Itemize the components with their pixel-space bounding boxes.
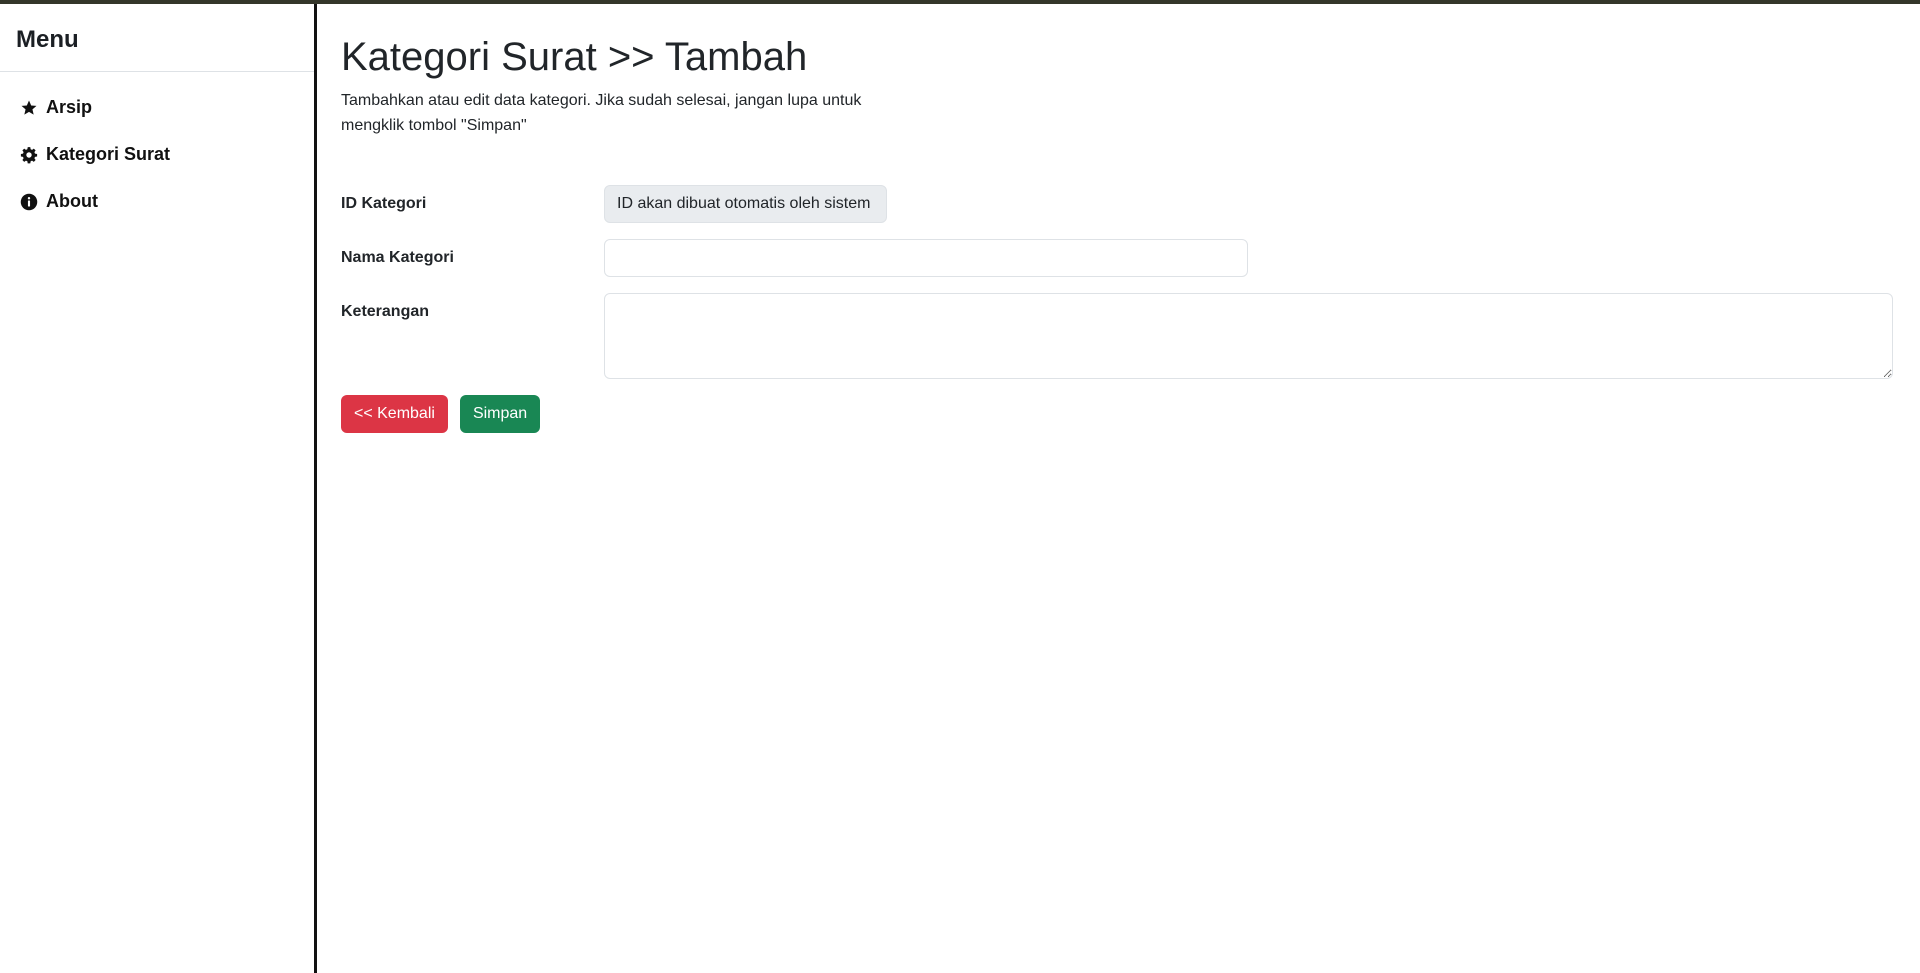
page-description: Tambahkan atau edit data kategori. Jika … bbox=[341, 92, 862, 134]
sidebar-item-label: About bbox=[46, 191, 98, 211]
save-button[interactable]: Simpan bbox=[459, 395, 541, 433]
id-label: ID Kategori bbox=[341, 195, 427, 212]
sidebar-item-label: Kategori Surat bbox=[46, 144, 171, 164]
form-row-name: Nama Kategori bbox=[341, 239, 1896, 277]
info-icon bbox=[19, 192, 39, 212]
id-field: ID akan dibuat otomatis oleh sistem bbox=[604, 185, 887, 223]
main-content: Kategori Surat >> Tambah Tambahkan atau … bbox=[317, 4, 1920, 973]
sidebar-item-about[interactable]: About bbox=[0, 178, 314, 225]
sidebar-title: Menu bbox=[0, 4, 314, 72]
description-label: Keterangan bbox=[341, 303, 430, 320]
form-row-description: Keterangan bbox=[341, 293, 1896, 379]
sidebar: Menu Arsip Kategori Surat About bbox=[0, 4, 317, 973]
name-label: Nama Kategori bbox=[341, 249, 454, 266]
sidebar-item-kategori-surat[interactable]: Kategori Surat bbox=[0, 131, 314, 178]
sidebar-item-label: Arsip bbox=[46, 97, 93, 117]
star-icon bbox=[19, 98, 39, 118]
sidebar-nav: Arsip Kategori Surat About bbox=[0, 72, 314, 225]
gear-icon bbox=[19, 145, 39, 165]
button-row: << Kembali Simpan bbox=[341, 395, 1896, 433]
name-input[interactable] bbox=[604, 239, 1248, 277]
back-button[interactable]: << Kembali bbox=[341, 395, 448, 433]
sidebar-item-arsip[interactable]: Arsip bbox=[0, 84, 314, 131]
description-textarea[interactable] bbox=[604, 293, 1893, 379]
category-form: ID Kategori ID akan dibuat otomatis oleh… bbox=[341, 185, 1896, 433]
form-row-id: ID Kategori ID akan dibuat otomatis oleh… bbox=[341, 185, 1896, 223]
page-title: Kategori Surat >> Tambah bbox=[341, 35, 808, 79]
app-window: Menu Arsip Kategori Surat About Kategori… bbox=[0, 0, 1920, 973]
